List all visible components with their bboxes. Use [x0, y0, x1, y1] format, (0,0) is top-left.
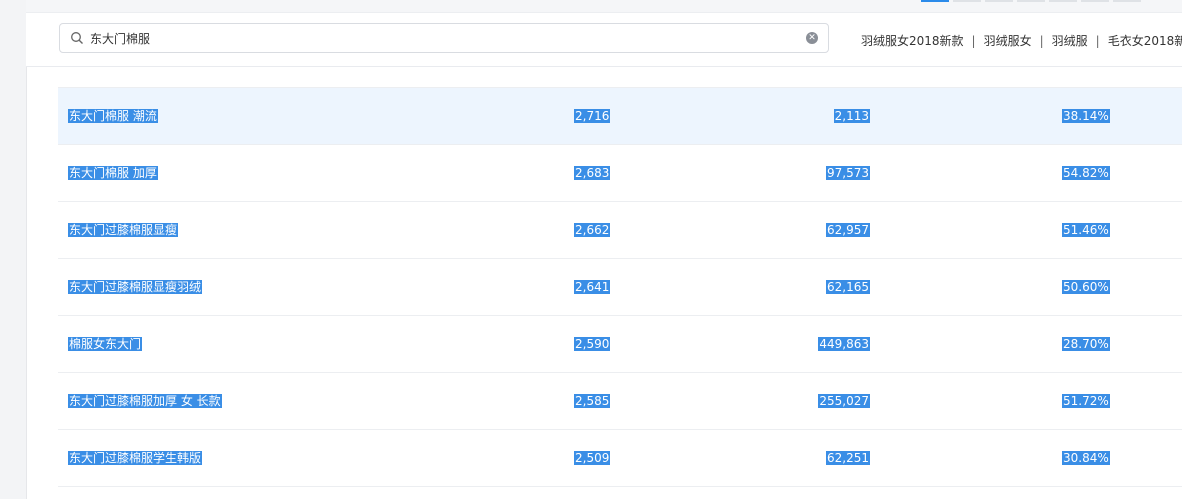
clear-icon[interactable]: ✕: [806, 32, 818, 44]
cell-text: 东大门过膝棉服显瘦羽绒: [68, 280, 203, 294]
cell-text: 62,957: [826, 223, 870, 237]
cell-b: 2,113: [833, 109, 870, 124]
cell-b: 62,165: [826, 280, 870, 295]
cell-text: 2,662: [574, 223, 611, 237]
cell-text: 50.60%: [1062, 280, 1110, 294]
cell-text: 51.72%: [1062, 394, 1110, 408]
hot-tags: 羽绒服女2018新款 | 羽绒服女 | 羽绒服 | 毛衣女2018新款: [861, 32, 1182, 49]
pager-item-7[interactable]: [1113, 0, 1141, 2]
table-row[interactable]: 棉服女东大门 2,590 449,863 28.70%: [58, 316, 1182, 373]
cell-b: 97,573: [826, 166, 870, 181]
search-input[interactable]: 东大门棉服 ✕: [59, 23, 829, 53]
pager-item-6[interactable]: [1081, 0, 1109, 2]
cell-keyword: 东大门棉服 潮流: [68, 109, 158, 124]
pager-item-1[interactable]: [921, 0, 949, 2]
pager: [921, 0, 1141, 2]
tag-separator: |: [971, 33, 976, 48]
pager-item-5[interactable]: [1049, 0, 1077, 2]
tag-separator: |: [1039, 33, 1044, 48]
cell-a: 2,683: [574, 166, 611, 181]
table-row[interactable]: 东大门过膝棉服显瘦羽绒 2,641 62,165 50.60%: [58, 259, 1182, 316]
cell-text: 2,590: [574, 337, 611, 351]
cell-text: 2,683: [574, 166, 611, 180]
pager-item-4[interactable]: [1017, 0, 1045, 2]
cell-keyword: 东大门过膝棉服学生韩版: [68, 451, 203, 466]
cell-text: 51.46%: [1062, 223, 1110, 237]
cell-c: 28.70%: [1062, 337, 1110, 352]
cell-text: 30.84%: [1062, 451, 1110, 465]
cell-a: 2,716: [574, 109, 611, 124]
cell-text: 东大门过膝棉服加厚 女 长款: [68, 394, 222, 408]
hot-tag[interactable]: 毛衣女2018新款: [1108, 32, 1182, 49]
cell-c: 30.84%: [1062, 451, 1110, 466]
search-value: 东大门棉服: [90, 32, 151, 46]
cell-a: 2,585: [574, 394, 611, 409]
left-gutter: [0, 0, 27, 499]
cell-a: 2,641: [574, 280, 611, 295]
cell-c: 50.60%: [1062, 280, 1110, 295]
keyword-table: 东大门棉服 过膝 显瘦款2,7..4......东大门棉服 潮流2,7162,1…: [58, 31, 1182, 487]
top-strip: [26, 0, 1182, 13]
hot-tag[interactable]: 羽绒服: [1052, 32, 1088, 49]
table-row[interactable]: 东大门过膝棉服学生韩版 2,509 62,251 30.84%: [58, 430, 1182, 487]
cell-text: 28.70%: [1062, 337, 1110, 351]
cell-c: 38.14%: [1062, 109, 1110, 124]
hot-tag[interactable]: 羽绒服女2018新款: [861, 32, 964, 49]
cell-text: 2,641: [574, 280, 611, 294]
cell-text: 东大门过膝棉服学生韩版: [68, 451, 203, 465]
cell-c: 51.72%: [1062, 394, 1110, 409]
cell-text: 62,165: [826, 280, 870, 294]
pager-item-2[interactable]: [953, 0, 981, 2]
table-row[interactable]: 东大门过膝棉服加厚 女 长款 2,585 255,027 51.72%: [58, 373, 1182, 430]
cell-text: 38.14%: [1062, 109, 1110, 123]
pager-item-3[interactable]: [985, 0, 1013, 2]
cell-c: 51.46%: [1062, 223, 1110, 238]
cell-a: 2,509: [574, 451, 611, 466]
cell-text: 2,509: [574, 451, 611, 465]
cell-keyword: 东大门棉服 加厚: [68, 166, 158, 181]
cell-keyword: 东大门过膝棉服加厚 女 长款: [68, 394, 222, 409]
cell-b: 449,863: [818, 337, 870, 352]
cell-text: 棉服女东大门: [68, 337, 143, 351]
cell-b: 62,957: [826, 223, 870, 238]
cell-text: 东大门棉服 潮流: [68, 109, 158, 123]
cell-a: 2,662: [574, 223, 611, 238]
cell-keyword: 东大门过膝棉服显瘦: [68, 223, 179, 238]
cell-keyword: 东大门过膝棉服显瘦羽绒: [68, 280, 203, 295]
table-row[interactable]: 东大门棉服 潮流 2,716 2,113 38.14%: [58, 88, 1182, 145]
table-row[interactable]: 东大门棉服 加厚 2,683 97,573 54.82%: [58, 145, 1182, 202]
cell-keyword: 棉服女东大门: [68, 337, 143, 352]
cell-c: 54.82%: [1062, 166, 1110, 181]
cell-text: 255,027: [818, 394, 870, 408]
cell-text: 449,863: [818, 337, 870, 351]
cell-text: 东大门棉服 加厚: [68, 166, 158, 180]
search-icon: [71, 32, 83, 44]
cell-b: 255,027: [818, 394, 870, 409]
cell-text: 54.82%: [1062, 166, 1110, 180]
cell-a: 2,590: [574, 337, 611, 352]
table-row[interactable]: 东大门过膝棉服显瘦 2,662 62,957 51.46%: [58, 202, 1182, 259]
hot-tag[interactable]: 羽绒服女: [984, 32, 1032, 49]
top-bar: 东大门棉服 ✕ 羽绒服女2018新款 | 羽绒服女 | 羽绒服 | 毛衣女201…: [26, 0, 1182, 67]
cell-text: 东大门过膝棉服显瘦: [68, 223, 179, 237]
cell-text: 2,716: [574, 109, 611, 123]
cell-text: 97,573: [826, 166, 870, 180]
tag-separator: |: [1095, 33, 1100, 48]
cell-text: 62,251: [826, 451, 870, 465]
cell-b: 62,251: [826, 451, 870, 466]
cell-text: 2,113: [833, 109, 870, 123]
cell-text: 2,585: [574, 394, 611, 408]
